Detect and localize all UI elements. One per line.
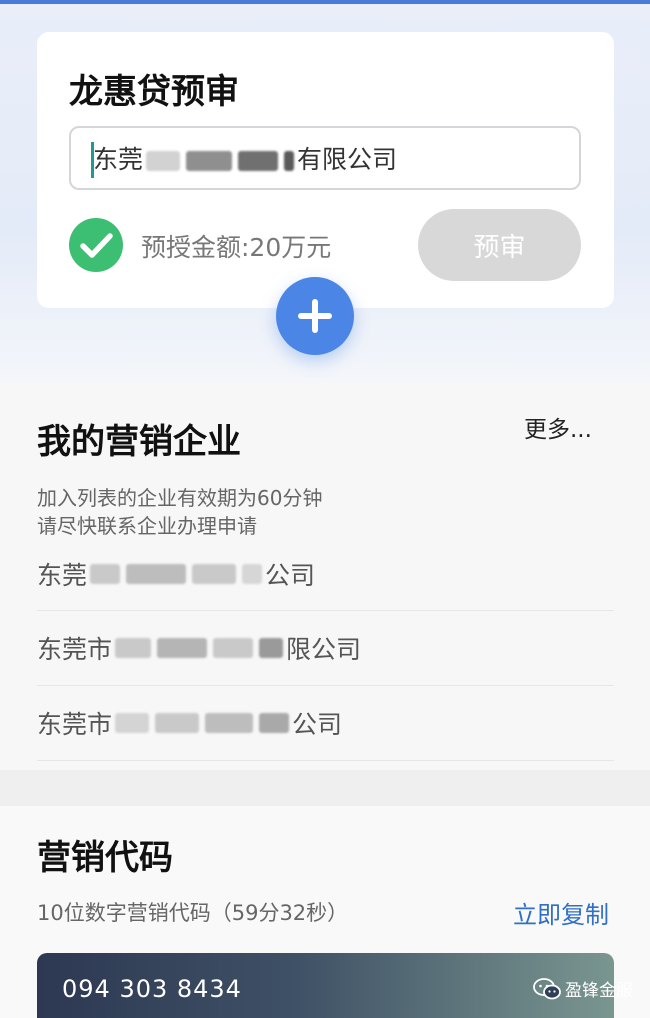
company-suffix: 公司 [292, 710, 343, 739]
redacted-block [155, 713, 200, 733]
redacted-block [213, 638, 254, 658]
redacted-block [284, 151, 295, 171]
company-list-item[interactable]: 东莞市 公司 [37, 686, 614, 760]
redacted-block [115, 713, 150, 733]
company-list-item[interactable]: 东莞 公司 [37, 537, 614, 611]
checkmark-icon [69, 218, 123, 272]
redacted-block [157, 638, 208, 658]
redacted-block [259, 713, 290, 733]
redacted-block [238, 151, 279, 171]
company-prefix: 东莞市 [37, 635, 113, 664]
review-button[interactable]: 预审 [418, 209, 581, 281]
app-screen: 龙惠贷预审 东莞 有限公司 预授金额:20万元 预审 我的营销企业 更多... 加… [0, 0, 650, 1018]
more-link[interactable]: 更多... [524, 410, 592, 444]
company-name-value: 东莞 有限公司 [93, 140, 397, 176]
contact-hint: 请尽快联系企业办理申请 [37, 514, 257, 538]
text-caret [91, 142, 94, 178]
company-name-input[interactable]: 东莞 有限公司 [69, 126, 581, 190]
company-name-prefix: 东莞 [93, 145, 144, 174]
watermark: 盈锋金服 [533, 976, 633, 1001]
redacted-block [115, 638, 152, 658]
company-prefix: 东莞 [37, 561, 88, 590]
redacted-block [192, 564, 237, 584]
copy-code-link[interactable]: 立即复制 [513, 895, 609, 930]
redacted-block [186, 151, 233, 171]
company-suffix: 公司 [265, 561, 316, 590]
preauthorized-amount: 预授金额:20万元 [141, 233, 332, 262]
marketing-code-value: 094 303 8434 [62, 975, 242, 1003]
company-name-suffix: 有限公司 [297, 145, 398, 174]
add-button[interactable] [276, 277, 354, 355]
company-prefix: 东莞市 [37, 710, 113, 739]
company-suffix: 限公司 [286, 635, 362, 664]
redacted-block [90, 564, 121, 584]
list-divider [37, 760, 614, 761]
validity-hint: 加入列表的企业有效期为60分钟 [37, 486, 323, 510]
company-list-item[interactable]: 东莞市 限公司 [37, 611, 614, 685]
wechat-icon [533, 977, 561, 999]
redacted-block [242, 564, 263, 584]
marketing-title: 我的营销企业 [37, 422, 241, 462]
precheck-title: 龙惠贷预审 [69, 72, 239, 112]
redacted-block [146, 151, 181, 171]
watermark-text: 盈锋金服 [565, 981, 633, 1001]
section-separator [0, 770, 650, 806]
marketing-code-title: 营销代码 [37, 838, 173, 878]
plus-icon [298, 299, 332, 333]
redacted-block [205, 713, 254, 733]
redacted-block [259, 638, 284, 658]
marketing-code-description: 10位数字营销代码（59分32秒） [37, 901, 349, 925]
redacted-block [126, 564, 187, 584]
